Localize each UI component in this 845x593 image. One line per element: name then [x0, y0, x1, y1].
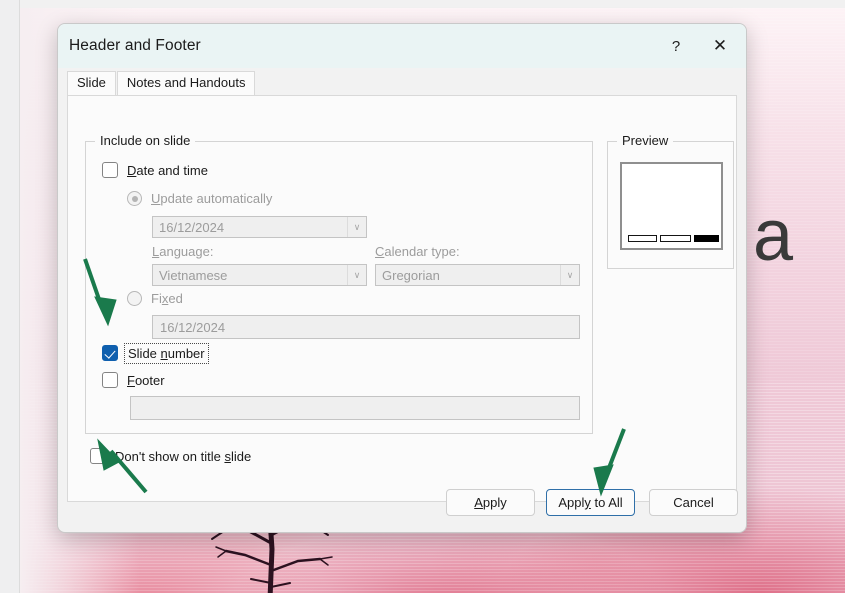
chevron-down-icon[interactable]: ∨: [347, 217, 366, 237]
date-format-combo[interactable]: 16/12/2024 ∨: [152, 216, 367, 238]
cancel-button-label: Cancel: [673, 495, 714, 510]
fixed-label: Fixed: [151, 291, 183, 306]
header-and-footer-dialog: Header and Footer ? ✕ Slide Notes and Ha…: [57, 23, 747, 533]
apply-to-all-button[interactable]: Apply to All: [546, 489, 635, 516]
tab-notes-and-handouts[interactable]: Notes and Handouts: [116, 70, 256, 95]
fixed-date-value: 16/12/2024: [160, 319, 226, 335]
slide-number-label: Slide number: [124, 342, 209, 364]
apply-button[interactable]: Apply: [446, 489, 535, 516]
preview-bar-footer-placeholder: [660, 235, 691, 242]
calendar-type-label: Calendar type:: [375, 244, 460, 259]
calendar-type-value: Gregorian: [382, 267, 440, 283]
preview-group: Preview: [607, 133, 734, 269]
include-on-slide-group: Include on slide Date and time Update au…: [85, 133, 593, 434]
language-label: Language:: [152, 244, 214, 259]
preview-slide-thumbnail: [620, 162, 723, 250]
tab-page-slide: Include on slide Date and time Update au…: [67, 95, 737, 502]
footer-text-input[interactable]: [130, 396, 580, 420]
help-icon[interactable]: ?: [654, 26, 698, 66]
fixed-row[interactable]: Fixed: [127, 291, 183, 306]
update-automatically-radio[interactable]: [127, 191, 142, 206]
close-icon[interactable]: ✕: [698, 26, 742, 66]
slide-text-letter: a: [753, 196, 794, 276]
update-automatically-row[interactable]: Update automatically: [127, 191, 272, 206]
date-format-value: 16/12/2024: [159, 219, 225, 235]
apply-button-label: Apply: [474, 495, 507, 510]
preview-bar-date-placeholder: [628, 235, 657, 242]
language-value: Vietnamese: [159, 267, 228, 283]
cancel-button[interactable]: Cancel: [649, 489, 738, 516]
language-combo[interactable]: Vietnamese ∨: [152, 264, 367, 286]
chevron-down-icon[interactable]: ∨: [560, 265, 579, 285]
tab-slide[interactable]: Slide: [67, 70, 116, 95]
fixed-date-input[interactable]: 16/12/2024: [152, 315, 580, 339]
chevron-down-icon[interactable]: ∨: [347, 265, 366, 285]
footer-checkbox[interactable]: [102, 372, 118, 388]
update-automatically-label: Update automatically: [151, 191, 273, 206]
date-and-time-row[interactable]: Date and time: [102, 162, 208, 178]
include-on-slide-legend: Include on slide: [95, 133, 196, 148]
fixed-radio[interactable]: [127, 291, 142, 306]
editor-left-gutter: [0, 0, 20, 593]
dont-show-on-title-slide-row[interactable]: Don't show on title slide: [90, 448, 251, 464]
dialog-tabstrip: Slide Notes and Handouts: [58, 68, 746, 95]
preview-bar-slide-number-placeholder: [694, 235, 719, 242]
dialog-titlebar: Header and Footer ? ✕: [58, 24, 746, 68]
calendar-type-combo[interactable]: Gregorian ∨: [375, 264, 580, 286]
dialog-button-bar: Apply Apply to All Cancel: [58, 489, 746, 532]
footer-label: Footer: [127, 372, 165, 388]
dont-show-on-title-slide-checkbox[interactable]: [90, 448, 106, 464]
dialog-title: Header and Footer: [69, 37, 201, 54]
apply-to-all-button-label: Apply to All: [558, 495, 623, 510]
dont-show-on-title-slide-label: Don't show on title slide: [115, 448, 252, 464]
date-and-time-checkbox[interactable]: [102, 162, 118, 178]
slide-number-row[interactable]: Slide number: [102, 342, 209, 364]
slide-number-checkbox[interactable]: [102, 345, 118, 361]
preview-legend: Preview: [617, 133, 674, 148]
footer-row[interactable]: Footer: [102, 372, 165, 388]
date-and-time-label: Date and time: [127, 162, 208, 178]
